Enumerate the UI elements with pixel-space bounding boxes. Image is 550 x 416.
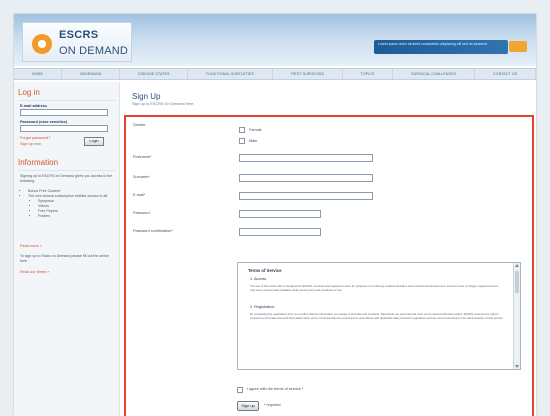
password-confirm-input[interactable] (239, 228, 321, 236)
header-promo-text: Lorem ipsum dolor sit amet consectetur a… (378, 42, 487, 46)
terms-section-heading: 2. Registration (250, 305, 275, 309)
gender-female-label: Female (249, 128, 262, 132)
forgot-password-link[interactable]: Forgot password? (20, 136, 50, 140)
sign-up-button[interactable]: Sign up (237, 401, 259, 411)
nav-item-first-surgeons[interactable]: FIRST SURGEONS (273, 69, 343, 79)
terms-section-text: The use of this online offer is designed… (250, 284, 499, 292)
password-input[interactable] (239, 210, 321, 218)
logo-line2: ON DEMAND (59, 45, 129, 57)
login-password-label: Password (case sensitive) (20, 120, 68, 124)
information-heading: Information (18, 158, 59, 167)
required-note: * required (264, 403, 281, 407)
login-email-label: E-mail address (20, 104, 48, 108)
sidebar-divider (18, 100, 116, 101)
more-info-link[interactable]: Read more » (20, 244, 42, 248)
sign-up-link[interactable]: Sign up now (20, 142, 41, 146)
password-confirm-label: Password confirmation* (133, 229, 173, 233)
benefits-sublist: Symposia Videos Free Papers Posters (34, 199, 108, 219)
password-label: Password (133, 211, 150, 215)
surname-input[interactable] (239, 174, 373, 182)
list-item: Posters (38, 214, 108, 219)
firstname-label: Firstname* (133, 155, 152, 159)
nav-item-functional-subtleties[interactable]: FUNCTIONAL SUBTLETIES (188, 69, 273, 79)
site-header: ESCRS ON DEMAND Lorem ipsum dolor sit am… (14, 14, 536, 66)
nav-item-ondemand[interactable]: ONDEMAND (62, 69, 121, 79)
agree-terms-checkbox[interactable] (237, 387, 243, 393)
terms-section-text: By completing the registration form you … (250, 312, 504, 320)
firstname-input[interactable] (239, 154, 373, 162)
list-item: The new Annual subscription entitles acc… (28, 194, 108, 219)
site-logo[interactable]: ESCRS ON DEMAND (22, 22, 132, 62)
escrs-logo-icon (32, 34, 52, 54)
sidebar-promo-text: To sign up to Radio on Demand please fil… (20, 254, 109, 263)
login-password-input[interactable] (20, 125, 108, 132)
gender-label: Gender (133, 123, 146, 127)
nav-item-disease-states[interactable]: DISEASE STATES (120, 69, 189, 79)
header-promo-button[interactable] (509, 41, 527, 52)
gender-male-radio[interactable] (239, 138, 245, 144)
nav-item-home[interactable]: HOME (14, 69, 62, 79)
login-email-input[interactable] (20, 109, 108, 116)
main-navigation: HOME ONDEMAND DISEASE STATES FUNCTIONAL … (14, 68, 536, 80)
page: ESCRS ON DEMAND Lorem ipsum dolor sit am… (14, 14, 536, 416)
email-label: E-mail* (133, 193, 146, 197)
scroll-up-arrow-icon[interactable] (515, 264, 519, 267)
terms-scrollbar[interactable] (513, 263, 520, 369)
benefits-list: Bonus Free Content The new Annual subscr… (24, 189, 108, 219)
list-item-text: The new Annual subscription entitles acc… (28, 194, 109, 198)
page-title: Sign Up (132, 92, 161, 101)
login-heading: Log in (18, 88, 40, 97)
sidebar-divider (18, 170, 116, 171)
terms-title: Terms of Service (248, 268, 282, 273)
signup-form: Gender Female Male Firstname* Surname* E… (124, 115, 534, 416)
scroll-down-arrow-icon[interactable] (515, 365, 519, 368)
email-input[interactable] (239, 192, 373, 200)
agree-terms-label: I agree with the terms of service * (247, 387, 304, 391)
page-subtitle: Sign up to ESCRS On Demand here (132, 102, 194, 106)
terms-of-service-box[interactable]: Terms of Service 1. Access The use of th… (237, 262, 521, 370)
information-text: Signing up to ESCRS on Demand gives you … (20, 174, 113, 183)
gender-female-radio[interactable] (239, 127, 245, 133)
login-button[interactable]: Login (84, 137, 104, 146)
read-terms-link[interactable]: Read our terms » (20, 270, 49, 274)
sidebar: Log in E-mail address Password (case sen… (14, 82, 120, 416)
terms-section-heading: 1. Access (250, 277, 267, 281)
logo-line1: ESCRS (59, 29, 99, 41)
gender-male-label: Male (249, 139, 258, 143)
nav-item-surgical-challenges[interactable]: SURGICAL CHALLENGES (393, 69, 476, 79)
nav-item-contact-us[interactable]: CONTACT US (475, 69, 536, 79)
surname-label: Surname* (133, 175, 150, 179)
scroll-thumb[interactable] (515, 271, 519, 293)
header-promo-banner[interactable]: Lorem ipsum dolor sit amet consectetur a… (374, 40, 508, 54)
nav-item-topics[interactable]: TOPICS (343, 69, 394, 79)
